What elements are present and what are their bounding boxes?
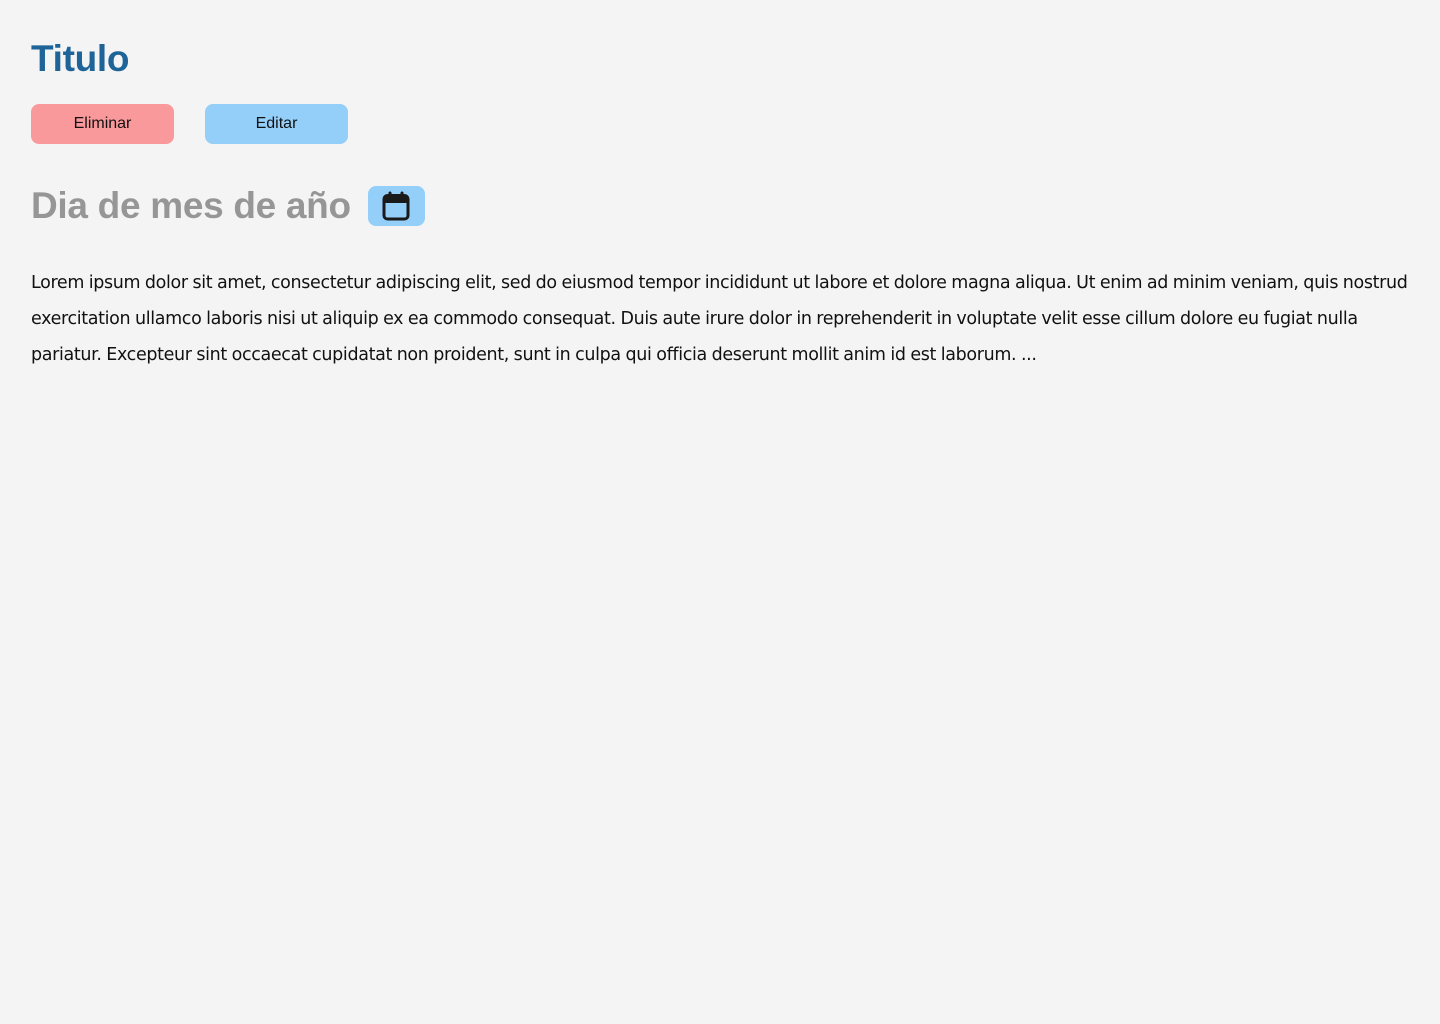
calendar-icon	[382, 191, 410, 221]
page-title: Titulo	[31, 38, 130, 79]
description-text: Lorem ipsum dolor sit amet, consectetur …	[31, 273, 1408, 365]
calendar-button[interactable]	[367, 186, 425, 226]
delete-button[interactable]: Eliminar	[31, 104, 174, 144]
date-label: Dia de mes de año	[31, 185, 351, 226]
edit-button[interactable]: Editar	[205, 104, 348, 144]
date-row: Dia de mes de año	[31, 184, 425, 228]
action-buttons: Eliminar Editar	[31, 104, 348, 144]
